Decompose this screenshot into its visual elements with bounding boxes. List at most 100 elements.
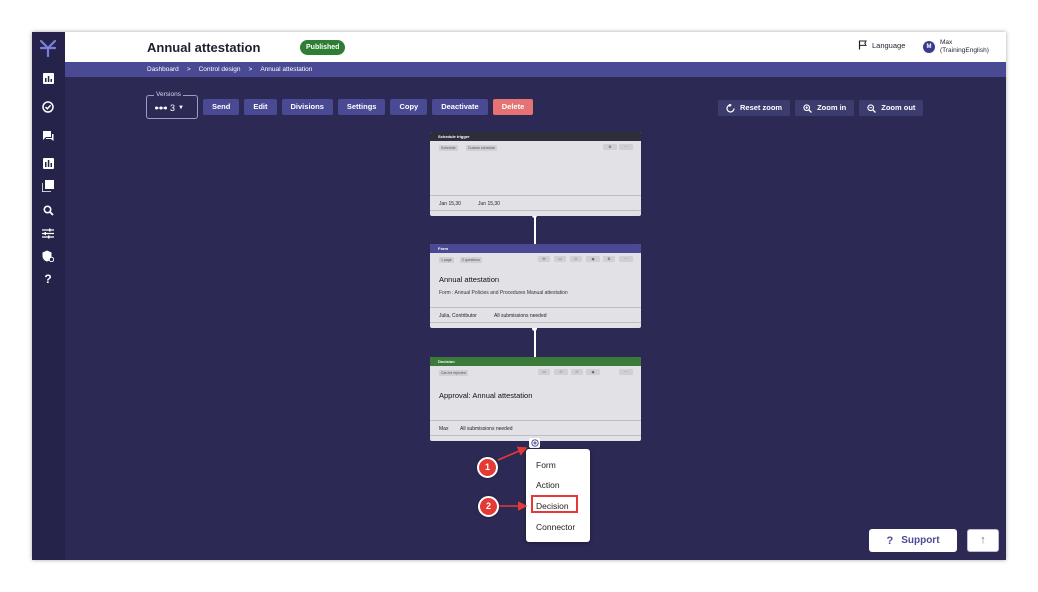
help-icon[interactable]: ? [38, 271, 58, 287]
user-name: Max [940, 39, 953, 46]
help-icon: ? [886, 534, 894, 547]
node-divider [430, 420, 641, 421]
zoom-in-button[interactable]: Zoom in [795, 100, 855, 116]
divisions-button[interactable]: Divisions [281, 99, 333, 115]
version-graph-icon [155, 106, 167, 110]
send-button[interactable]: Send [203, 99, 240, 115]
header: Annual attestation Published Language M … [65, 32, 1006, 62]
node-users-button[interactable]: ⚇ [570, 256, 582, 262]
arrow-up-icon: ↑ [980, 534, 986, 546]
library-icon[interactable] [38, 178, 58, 194]
schedule-date: Jun 15,30 [478, 201, 500, 207]
copy-button[interactable]: Copy [390, 99, 428, 115]
zoom-in-icon [803, 103, 813, 113]
breadcrumb: Dashboard > Control design > Annual atte… [65, 62, 1006, 77]
node-notify-button[interactable]: ◉ [586, 256, 600, 262]
step-marker-1: 1 [477, 457, 498, 478]
node-divider [430, 435, 641, 436]
user-subtitle: (TrainingEnglish) [940, 46, 989, 54]
node-mail-button[interactable]: ✉ [538, 256, 550, 262]
dashboard-icon[interactable] [38, 70, 58, 86]
zoom-out-button[interactable]: Zoom out [859, 100, 924, 116]
node-calendar-button[interactable]: ▭ [554, 256, 566, 262]
node-header: Decision [430, 357, 641, 366]
node-header: Form [430, 244, 641, 253]
search-icon[interactable] [38, 202, 58, 218]
versions-select[interactable]: Versions 3 ▼ [146, 91, 198, 119]
node-settings-button[interactable]: ⚙ [603, 144, 617, 150]
settings-sliders-icon[interactable] [38, 225, 58, 241]
settings-button[interactable]: Settings [337, 99, 386, 115]
add-step-button[interactable] [529, 438, 540, 448]
zoom-out-label: Zoom out [881, 103, 916, 112]
versions-label: Versions [154, 91, 183, 98]
node-notify-button[interactable]: ◉ [586, 369, 600, 375]
toolbar: Versions 3 ▼ Send Edit Divisions Setting… [146, 91, 538, 120]
node-chip: Schedule [439, 145, 458, 151]
menu-item-decision[interactable]: Decision [536, 501, 569, 511]
node-divider [430, 307, 641, 308]
chevron-down-icon: ▼ [178, 105, 184, 111]
node-calendar-button[interactable]: ▭ [538, 369, 550, 375]
schedule-trigger-node[interactable]: Schedule trigger Schedule Custom schedul… [430, 132, 641, 216]
versions-value-wrap: 3 ▼ [155, 103, 184, 113]
breadcrumb-dashboard[interactable]: Dashboard [147, 66, 179, 73]
language-label: Language [872, 40, 906, 50]
node-assignee: Max [439, 426, 449, 432]
node-subtitle: Form : Annual Policies and Procedures Ma… [439, 290, 568, 296]
form-node[interactable]: Form 1 page 2 questions ✉ ▭ ⚇ ◉ ⚙ ··· An… [430, 244, 641, 328]
add-circle-icon [530, 439, 539, 447]
user-menu[interactable]: M Max (TrainingEnglish) [923, 39, 989, 54]
deactivate-button[interactable]: Deactivate [432, 99, 488, 115]
shield-settings-icon[interactable] [38, 248, 58, 264]
breadcrumb-separator: > [186, 66, 191, 73]
language-selector[interactable]: Language [858, 40, 905, 50]
node-more-button[interactable]: ··· [619, 369, 633, 375]
check-circle-icon[interactable] [38, 99, 58, 115]
node-title: Annual attestation [439, 275, 500, 284]
node-chip: Custom schedule [466, 145, 498, 151]
node-users-button[interactable]: ⚇ [554, 369, 568, 375]
node-submission-rule: All submissions needed [494, 313, 547, 319]
avatar: M [923, 40, 935, 53]
menu-item-connector[interactable]: Connector [536, 522, 575, 532]
node-settings-button[interactable]: ⚙ [603, 256, 615, 262]
flow-connector [534, 216, 536, 244]
schedule-date: Jan 15,30 [439, 201, 461, 207]
reset-zoom-button[interactable]: Reset zoom [718, 100, 791, 116]
step-marker-2: 2 [478, 496, 499, 517]
node-submission-rule: All submissions needed [460, 426, 513, 432]
logo-icon[interactable] [37, 37, 59, 59]
app-window: ? Annual attestation Published Language … [32, 32, 1006, 560]
node-divider [430, 322, 641, 323]
zoom-out-icon [867, 103, 877, 113]
breadcrumb-control-design[interactable]: Control design [199, 66, 241, 73]
node-chip: 1 page [439, 257, 454, 263]
support-label: Support [901, 535, 940, 546]
versions-value: 3 [170, 103, 176, 113]
scroll-top-button[interactable]: ↑ [967, 529, 999, 552]
status-badge: Published [300, 40, 346, 55]
node-more-button[interactable]: ··· [619, 144, 633, 150]
node-title: Approval: Annual attestation [439, 391, 533, 400]
node-chip: Can be rejected [439, 370, 468, 376]
reset-zoom-label: Reset zoom [740, 103, 783, 112]
menu-item-form[interactable]: Form [536, 460, 556, 470]
breadcrumb-separator: > [248, 66, 253, 73]
node-divider [430, 210, 641, 211]
node-user-button[interactable]: ⚇ [571, 369, 583, 375]
support-button[interactable]: ? Support [869, 529, 957, 552]
delete-button[interactable]: Delete [492, 99, 534, 115]
user-info: Max (TrainingEnglish) [940, 39, 989, 54]
edit-button[interactable]: Edit [244, 99, 277, 115]
node-more-button[interactable]: ··· [619, 256, 633, 262]
decision-node[interactable]: Decision Can be rejected ▭ ⚇ ⚇ ◉ ··· App… [430, 357, 641, 441]
sidebar: ? [32, 32, 65, 560]
page-title: Annual attestation [147, 40, 261, 55]
node-assignee: Julia, Contributor [439, 313, 477, 319]
flow-connector [534, 328, 536, 357]
reports-icon[interactable] [38, 155, 58, 171]
node-header: Schedule trigger [430, 132, 641, 141]
chat-icon[interactable] [38, 128, 58, 144]
menu-item-action[interactable]: Action [536, 480, 560, 490]
